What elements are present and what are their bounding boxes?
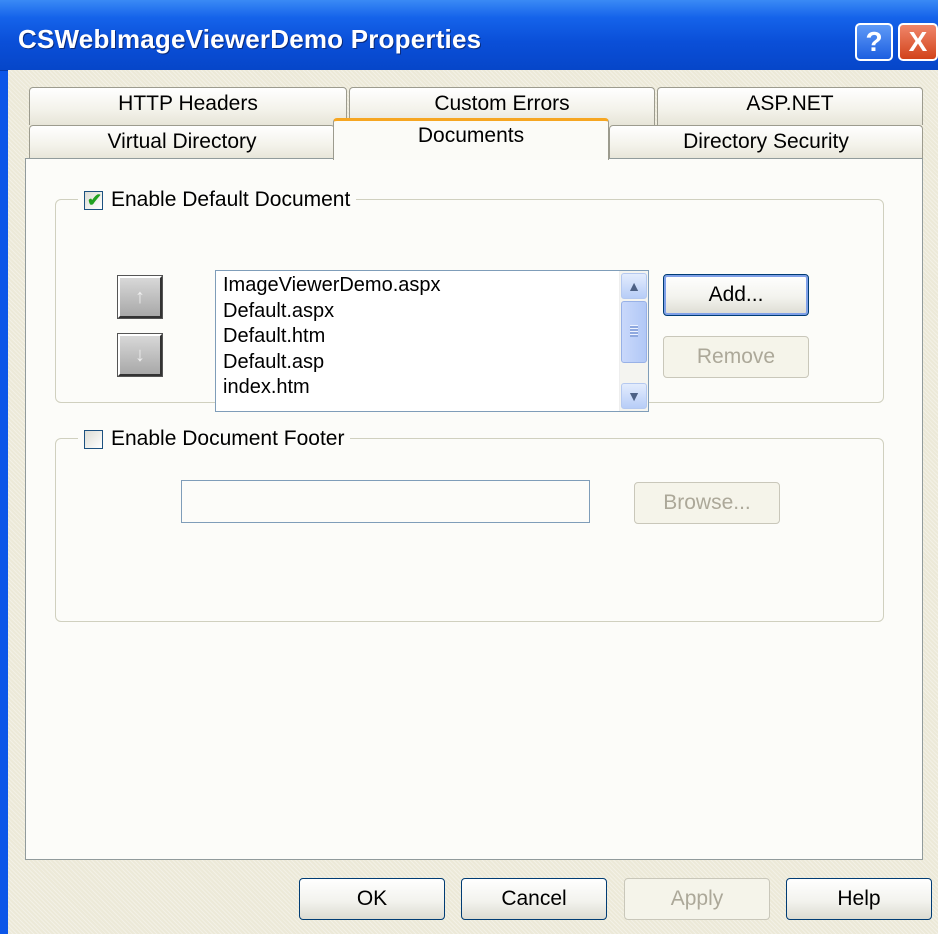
- help-icon[interactable]: ?: [855, 23, 893, 61]
- scroll-down-icon[interactable]: ▼: [621, 383, 647, 409]
- tab-directory-security[interactable]: Directory Security: [609, 125, 923, 159]
- list-item[interactable]: Default.aspx: [223, 299, 441, 325]
- enable-default-document-label[interactable]: Enable Default Document: [111, 188, 350, 212]
- tab-documents[interactable]: Documents: [333, 118, 609, 160]
- enable-document-footer-label[interactable]: Enable Document Footer: [111, 427, 344, 451]
- remove-button[interactable]: Remove: [663, 336, 809, 378]
- list-item[interactable]: ImageViewerDemo.aspx: [223, 273, 441, 299]
- ok-button[interactable]: OK: [299, 878, 445, 920]
- documents-scrollbar[interactable]: ▲ ▼: [619, 271, 648, 411]
- enable-default-document-checkbox[interactable]: ✔: [84, 189, 103, 210]
- checkmark-icon: ✔: [87, 189, 103, 210]
- list-item[interactable]: Default.htm: [223, 324, 441, 350]
- grip-icon: [630, 325, 638, 337]
- document-footer-legend: Enable Document Footer: [78, 425, 351, 453]
- footer-path-field[interactable]: [181, 480, 590, 523]
- list-item[interactable]: Default.asp: [223, 350, 441, 376]
- tab-asp-net[interactable]: ASP.NET: [657, 87, 923, 125]
- add-button[interactable]: Add...: [663, 274, 809, 316]
- cancel-button[interactable]: Cancel: [461, 878, 607, 920]
- close-icon[interactable]: X: [898, 23, 938, 61]
- default-document-group: ✔ Enable Default Document ↑ ↓ ImageViewe…: [55, 186, 884, 412]
- move-up-button[interactable]: ↑: [117, 275, 163, 319]
- apply-button[interactable]: Apply: [624, 878, 770, 920]
- window-title: CSWebImageViewerDemo Properties: [18, 24, 482, 54]
- browse-button[interactable]: Browse...: [634, 482, 780, 524]
- title-bar[interactable]: CSWebImageViewerDemo Properties ? X: [0, 0, 938, 71]
- tab-http-headers[interactable]: HTTP Headers: [29, 87, 347, 125]
- default-documents-list[interactable]: ImageViewerDemo.aspx Default.aspx Defaul…: [215, 270, 649, 412]
- properties-dialog: CSWebImageViewerDemo Properties ? X HTTP…: [0, 0, 938, 934]
- document-footer-group: Enable Document Footer Browse...: [55, 425, 884, 622]
- scroll-thumb[interactable]: [621, 301, 647, 363]
- help-button[interactable]: Help: [786, 878, 932, 920]
- tab-virtual-directory[interactable]: Virtual Directory: [29, 125, 335, 159]
- dialog-client-area: HTTP Headers Custom Errors ASP.NET Virtu…: [8, 70, 938, 934]
- scroll-up-icon[interactable]: ▲: [621, 273, 647, 299]
- move-down-button[interactable]: ↓: [117, 333, 163, 377]
- default-document-legend: ✔ Enable Default Document: [78, 186, 357, 214]
- documents-tab-panel: ✔ Enable Default Document ↑ ↓ ImageViewe…: [25, 158, 923, 860]
- enable-document-footer-checkbox[interactable]: [84, 429, 103, 449]
- document-items: ImageViewerDemo.aspx Default.aspx Defaul…: [223, 273, 441, 401]
- list-item[interactable]: index.htm: [223, 375, 441, 401]
